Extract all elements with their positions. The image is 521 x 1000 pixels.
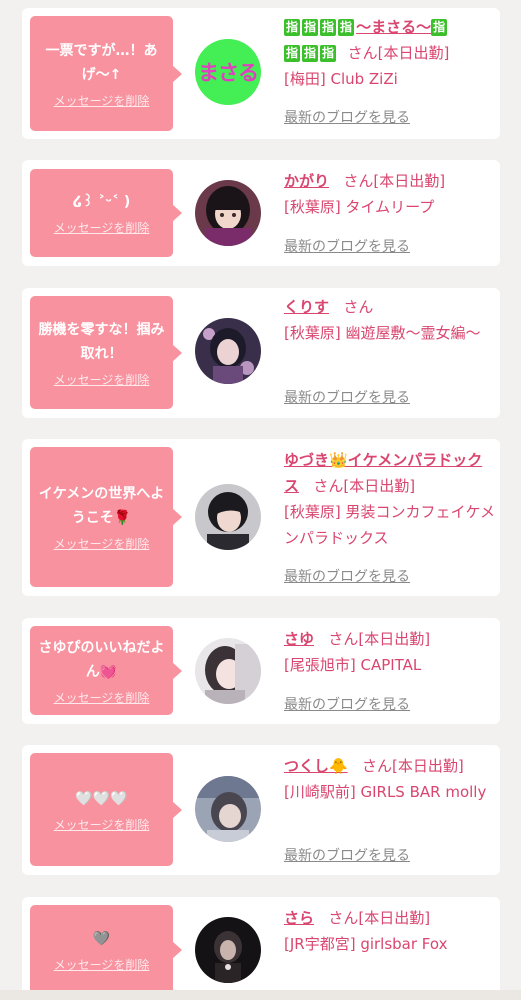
avatar-photo	[195, 484, 261, 550]
avatar-photo	[195, 180, 261, 246]
honorific: さん	[343, 172, 374, 190]
delete-message-link[interactable]: メッセージを削除	[54, 536, 150, 552]
avatar[interactable]	[195, 917, 261, 983]
attendance-status: [本日出勤]	[377, 44, 450, 62]
cast-name-link[interactable]: くりす	[284, 298, 329, 316]
message-card: 一票ですが…！あげ〜↑ メッセージを削除 まさる 指指指指〜まさる〜指 指指指 …	[22, 8, 500, 139]
cast-info: つくし🐥 さん[本日出勤] [川崎駅前] GIRLS BAR molly	[284, 753, 496, 805]
cast-name-link[interactable]: さら	[284, 909, 314, 927]
shop-name: [川崎駅前] GIRLS BAR molly	[284, 783, 487, 801]
avatar[interactable]: まさる	[195, 39, 261, 105]
cast-info: くりす さん [秋葉原] 幽遊屋敷〜霊女編〜	[284, 294, 496, 346]
delete-message-link[interactable]: メッセージを削除	[54, 817, 150, 833]
bottom-edge	[0, 990, 521, 1000]
message-text: 勝機を零すな！掴み取れ！	[38, 321, 165, 362]
honorific: さん	[347, 44, 378, 62]
message-text: 🩶	[92, 931, 111, 947]
avatar-photo	[195, 776, 261, 842]
cast-name-link[interactable]: かがり	[284, 172, 329, 190]
message-list: 一票ですが…！あげ〜↑ メッセージを削除 まさる 指指指指〜まさる〜指 指指指 …	[0, 0, 521, 1000]
cast-name-link[interactable]: さゆ	[284, 630, 314, 648]
message-bubble: 一票ですが…！あげ〜↑ メッセージを削除	[30, 16, 182, 131]
latest-blog-link[interactable]: 最新のブログを見る	[284, 566, 410, 586]
avatar-photo	[195, 917, 261, 983]
finger-badge: 指	[284, 45, 301, 62]
attendance-status: [本日出勤]	[343, 477, 416, 495]
message-bubble: 🩶 メッセージを削除	[30, 905, 182, 995]
message-text: 🤍🤍🤍	[75, 790, 128, 807]
finger-badge: 指	[338, 19, 355, 36]
latest-blog-link[interactable]: 最新のブログを見る	[284, 694, 410, 714]
cast-name-line: ゆづき👑イケメンパラドックス さん[本日出勤]	[284, 447, 496, 499]
cast-info: かがり さん[本日出勤] [秋葉原] タイムリープ	[284, 168, 496, 220]
attendance-status: [本日出勤]	[373, 172, 446, 190]
cast-name-line: かがり さん[本日出勤]	[284, 168, 496, 194]
attendance-status: [本日出勤]	[392, 757, 464, 775]
avatar-photo	[195, 638, 261, 704]
avatar[interactable]	[195, 180, 261, 246]
delete-message-link[interactable]: メッセージを削除	[54, 690, 150, 706]
finger-badge: 指	[320, 45, 337, 62]
delete-message-link[interactable]: メッセージを削除	[54, 93, 150, 109]
shop-name: [尾張旭市] CAPITAL	[284, 656, 422, 674]
shop-name: [秋葉原] タイムリープ	[284, 198, 435, 216]
message-bubble: ໒꒱ ˃ᵕ˂ ) メッセージを削除	[30, 169, 182, 257]
message-text: さゆぴのいいねだよん💓	[38, 639, 165, 680]
finger-badge: 指	[431, 19, 448, 36]
honorific: さん	[362, 757, 393, 775]
message-bubble: さゆぴのいいねだよん💓 メッセージを削除	[30, 626, 182, 715]
delete-message-link[interactable]: メッセージを削除	[54, 372, 150, 388]
cast-name-line: くりす さん	[284, 294, 496, 320]
message-card: 🤍🤍🤍 メッセージを削除 つくし🐥 さん[本日出勤] [川崎駅前] GIRLS …	[22, 745, 500, 875]
shop-name: [梅田] Club ZiZi	[284, 70, 398, 88]
honorific: さん	[343, 298, 374, 316]
honorific: さん	[313, 477, 344, 495]
finger-badge: 指	[284, 19, 301, 36]
cast-info: ゆづき👑イケメンパラドックス さん[本日出勤] [秋葉原] 男装コンカフェイケメ…	[284, 447, 496, 551]
latest-blog-link[interactable]: 最新のブログを見る	[284, 387, 410, 407]
cast-name-line: さら さん[本日出勤]	[284, 905, 496, 931]
message-card: イケメンの世界へようこそ🌹 メッセージを削除 ゆづき👑イケメンパラドックス さん…	[22, 439, 500, 596]
cast-name-line: つくし🐥 さん[本日出勤]	[284, 753, 496, 779]
message-card: さゆぴのいいねだよん💓 メッセージを削除 さゆ さん[本日出勤] [尾張旭市] …	[22, 618, 500, 724]
honorific: さん	[328, 630, 359, 648]
avatar-logo-text: まさる	[198, 61, 259, 85]
latest-blog-link[interactable]: 最新のブログを見る	[284, 107, 410, 127]
message-card: 勝機を零すな！掴み取れ！ メッセージを削除 くりす さん [秋葉原] 幽遊屋敷〜…	[22, 288, 500, 418]
avatar[interactable]	[195, 318, 261, 384]
finger-badge: 指	[320, 19, 337, 36]
shop-name: [JR宇都宮] girlsbar Fox	[284, 935, 448, 953]
avatar-photo	[195, 318, 261, 384]
cast-info: 指指指指〜まさる〜指 指指指 さん[本日出勤] [梅田] Club ZiZi	[284, 14, 496, 92]
avatar[interactable]	[195, 776, 261, 842]
message-bubble: 🤍🤍🤍 メッセージを削除	[30, 753, 182, 866]
finger-badge: 指	[302, 19, 319, 36]
message-bubble: 勝機を零すな！掴み取れ！ メッセージを削除	[30, 296, 182, 409]
delete-message-link[interactable]: メッセージを削除	[54, 220, 150, 236]
delete-message-link[interactable]: メッセージを削除	[54, 957, 150, 973]
cast-info: さら さん[本日出勤] [JR宇都宮] girlsbar Fox	[284, 905, 496, 957]
message-bubble: イケメンの世界へようこそ🌹 メッセージを削除	[30, 447, 182, 587]
cast-name-line: さゆ さん[本日出勤]	[284, 626, 496, 652]
attendance-status: [本日出勤]	[358, 630, 431, 648]
avatar[interactable]	[195, 484, 261, 550]
honorific: さん	[328, 909, 359, 927]
latest-blog-link[interactable]: 最新のブログを見る	[284, 845, 410, 865]
cast-name-link[interactable]: つくし🐥	[284, 757, 348, 775]
cast-info: さゆ さん[本日出勤] [尾張旭市] CAPITAL	[284, 626, 496, 678]
shop-name: [秋葉原] 幽遊屋敷〜霊女編〜	[284, 324, 481, 342]
message-card: ໒꒱ ˃ᵕ˂ ) メッセージを削除 かがり さん[本日出勤] [秋葉原] タイム…	[22, 160, 500, 266]
message-text: 一票ですが…！あげ〜↑	[45, 42, 158, 83]
latest-blog-link[interactable]: 最新のブログを見る	[284, 236, 410, 256]
message-text: イケメンの世界へようこそ🌹	[38, 486, 165, 526]
cast-name-link[interactable]: 〜まさる〜	[356, 18, 431, 36]
avatar[interactable]	[195, 638, 261, 704]
cast-name-line: 指指指指〜まさる〜指 指指指 さん[本日出勤]	[284, 14, 496, 66]
finger-badge: 指	[302, 45, 319, 62]
attendance-status: [本日出勤]	[358, 909, 431, 927]
message-card: 🩶 メッセージを削除 さら さん[本日出勤] [JR宇都宮] girlsbar …	[22, 897, 500, 1000]
shop-name: [秋葉原] 男装コンカフェイケメンパラドックス	[284, 503, 496, 547]
message-text: ໒꒱ ˃ᵕ˂ )	[72, 194, 131, 210]
